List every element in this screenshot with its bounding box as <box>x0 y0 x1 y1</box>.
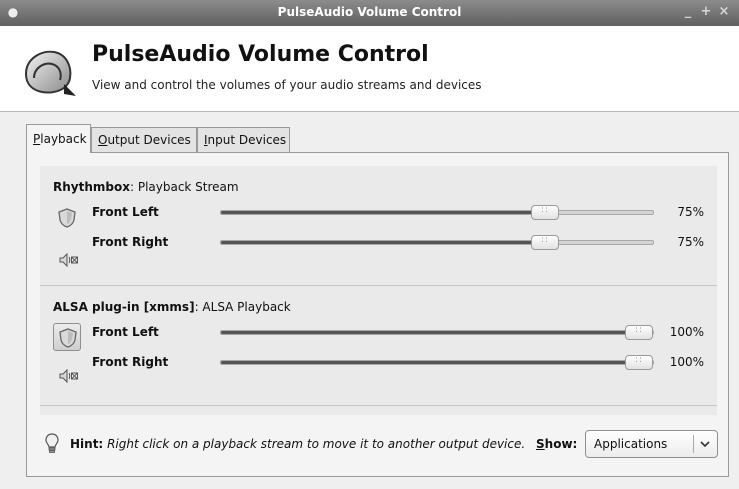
volume-slider[interactable] <box>220 355 654 370</box>
channel-lock-toggle[interactable] <box>53 323 81 351</box>
volume-slider[interactable] <box>220 325 654 340</box>
volume-percent: 75% <box>677 205 704 219</box>
page-title: PulseAudio Volume Control <box>92 42 429 67</box>
channel-lock-icon[interactable] <box>56 207 78 229</box>
header-banner: PulseAudio Volume Control View and contr… <box>0 26 739 112</box>
stream-title: Rhythmbox: Playback Stream <box>53 180 239 194</box>
speaker-mute-icon[interactable] <box>59 253 79 267</box>
slider-handle[interactable] <box>625 325 653 340</box>
show-label-rest: how: <box>544 437 578 451</box>
shield-lock-icon <box>59 328 77 348</box>
channel-label: Front Right <box>92 355 169 369</box>
tab-playback-label: layback <box>40 132 87 146</box>
tab-input-devices[interactable]: Input Devices <box>197 127 290 153</box>
slider-handle[interactable] <box>531 205 559 220</box>
maximize-button[interactable]: + <box>698 4 714 20</box>
slider-fill <box>221 241 545 244</box>
title-bar[interactable]: ● PulseAudio Volume Control _ + × <box>0 0 739 26</box>
pulseaudio-logo-icon <box>24 50 76 96</box>
main-window: ● PulseAudio Volume Control _ + × PulseA… <box>0 0 739 489</box>
hint-text: Hint: Right click on a playback stream t… <box>70 437 525 451</box>
stream-list[interactable] <box>40 166 717 415</box>
close-button[interactable]: × <box>716 4 732 20</box>
channel-label: Front Left <box>92 325 159 339</box>
stream-separator <box>40 405 717 406</box>
hint-label: Hint: <box>70 437 104 451</box>
stream-app-name: Rhythmbox <box>53 180 130 194</box>
volume-slider[interactable] <box>220 235 654 250</box>
lightbulb-icon <box>45 433 59 453</box>
tab-input-label: nput Devices <box>207 133 287 147</box>
slider-fill <box>221 361 653 364</box>
volume-slider[interactable] <box>220 205 654 220</box>
dropdown-selected-value: Applications <box>594 437 668 451</box>
show-label: Show: <box>536 437 577 451</box>
slider-fill <box>221 331 653 334</box>
minimize-button[interactable]: _ <box>680 4 696 20</box>
chevron-down-icon[interactable] <box>698 437 712 451</box>
show-mnemonic: S <box>536 437 545 451</box>
window-title: PulseAudio Volume Control <box>277 5 462 19</box>
stream-app-name: ALSA plug-in [xmms] <box>53 300 195 314</box>
speaker-mute-icon[interactable] <box>59 369 79 383</box>
stream-separator <box>40 285 717 286</box>
page-subtitle: View and control the volumes of your aud… <box>92 78 482 92</box>
stream-description: : Playback Stream <box>129 180 239 194</box>
channel-label: Front Right <box>92 235 169 249</box>
slider-handle[interactable] <box>625 355 653 370</box>
volume-percent: 75% <box>677 235 704 249</box>
slider-handle[interactable] <box>531 235 559 250</box>
stream-description: : ALSA Playback <box>194 300 291 314</box>
tab-playback[interactable]: Playback <box>26 124 91 153</box>
tab-output-label: utput Devices <box>107 133 191 147</box>
show-filter-dropdown[interactable]: Applications <box>585 430 718 458</box>
dropdown-divider <box>693 435 694 453</box>
stream-title: ALSA plug-in [xmms]: ALSA Playback <box>53 300 291 314</box>
hint-message: Right click on a playback stream to move… <box>107 437 526 451</box>
volume-percent: 100% <box>669 355 704 369</box>
tab-output-devices[interactable]: Output Devices <box>91 127 197 153</box>
slider-fill <box>221 211 545 214</box>
volume-percent: 100% <box>669 325 704 339</box>
channel-label: Front Left <box>92 205 159 219</box>
